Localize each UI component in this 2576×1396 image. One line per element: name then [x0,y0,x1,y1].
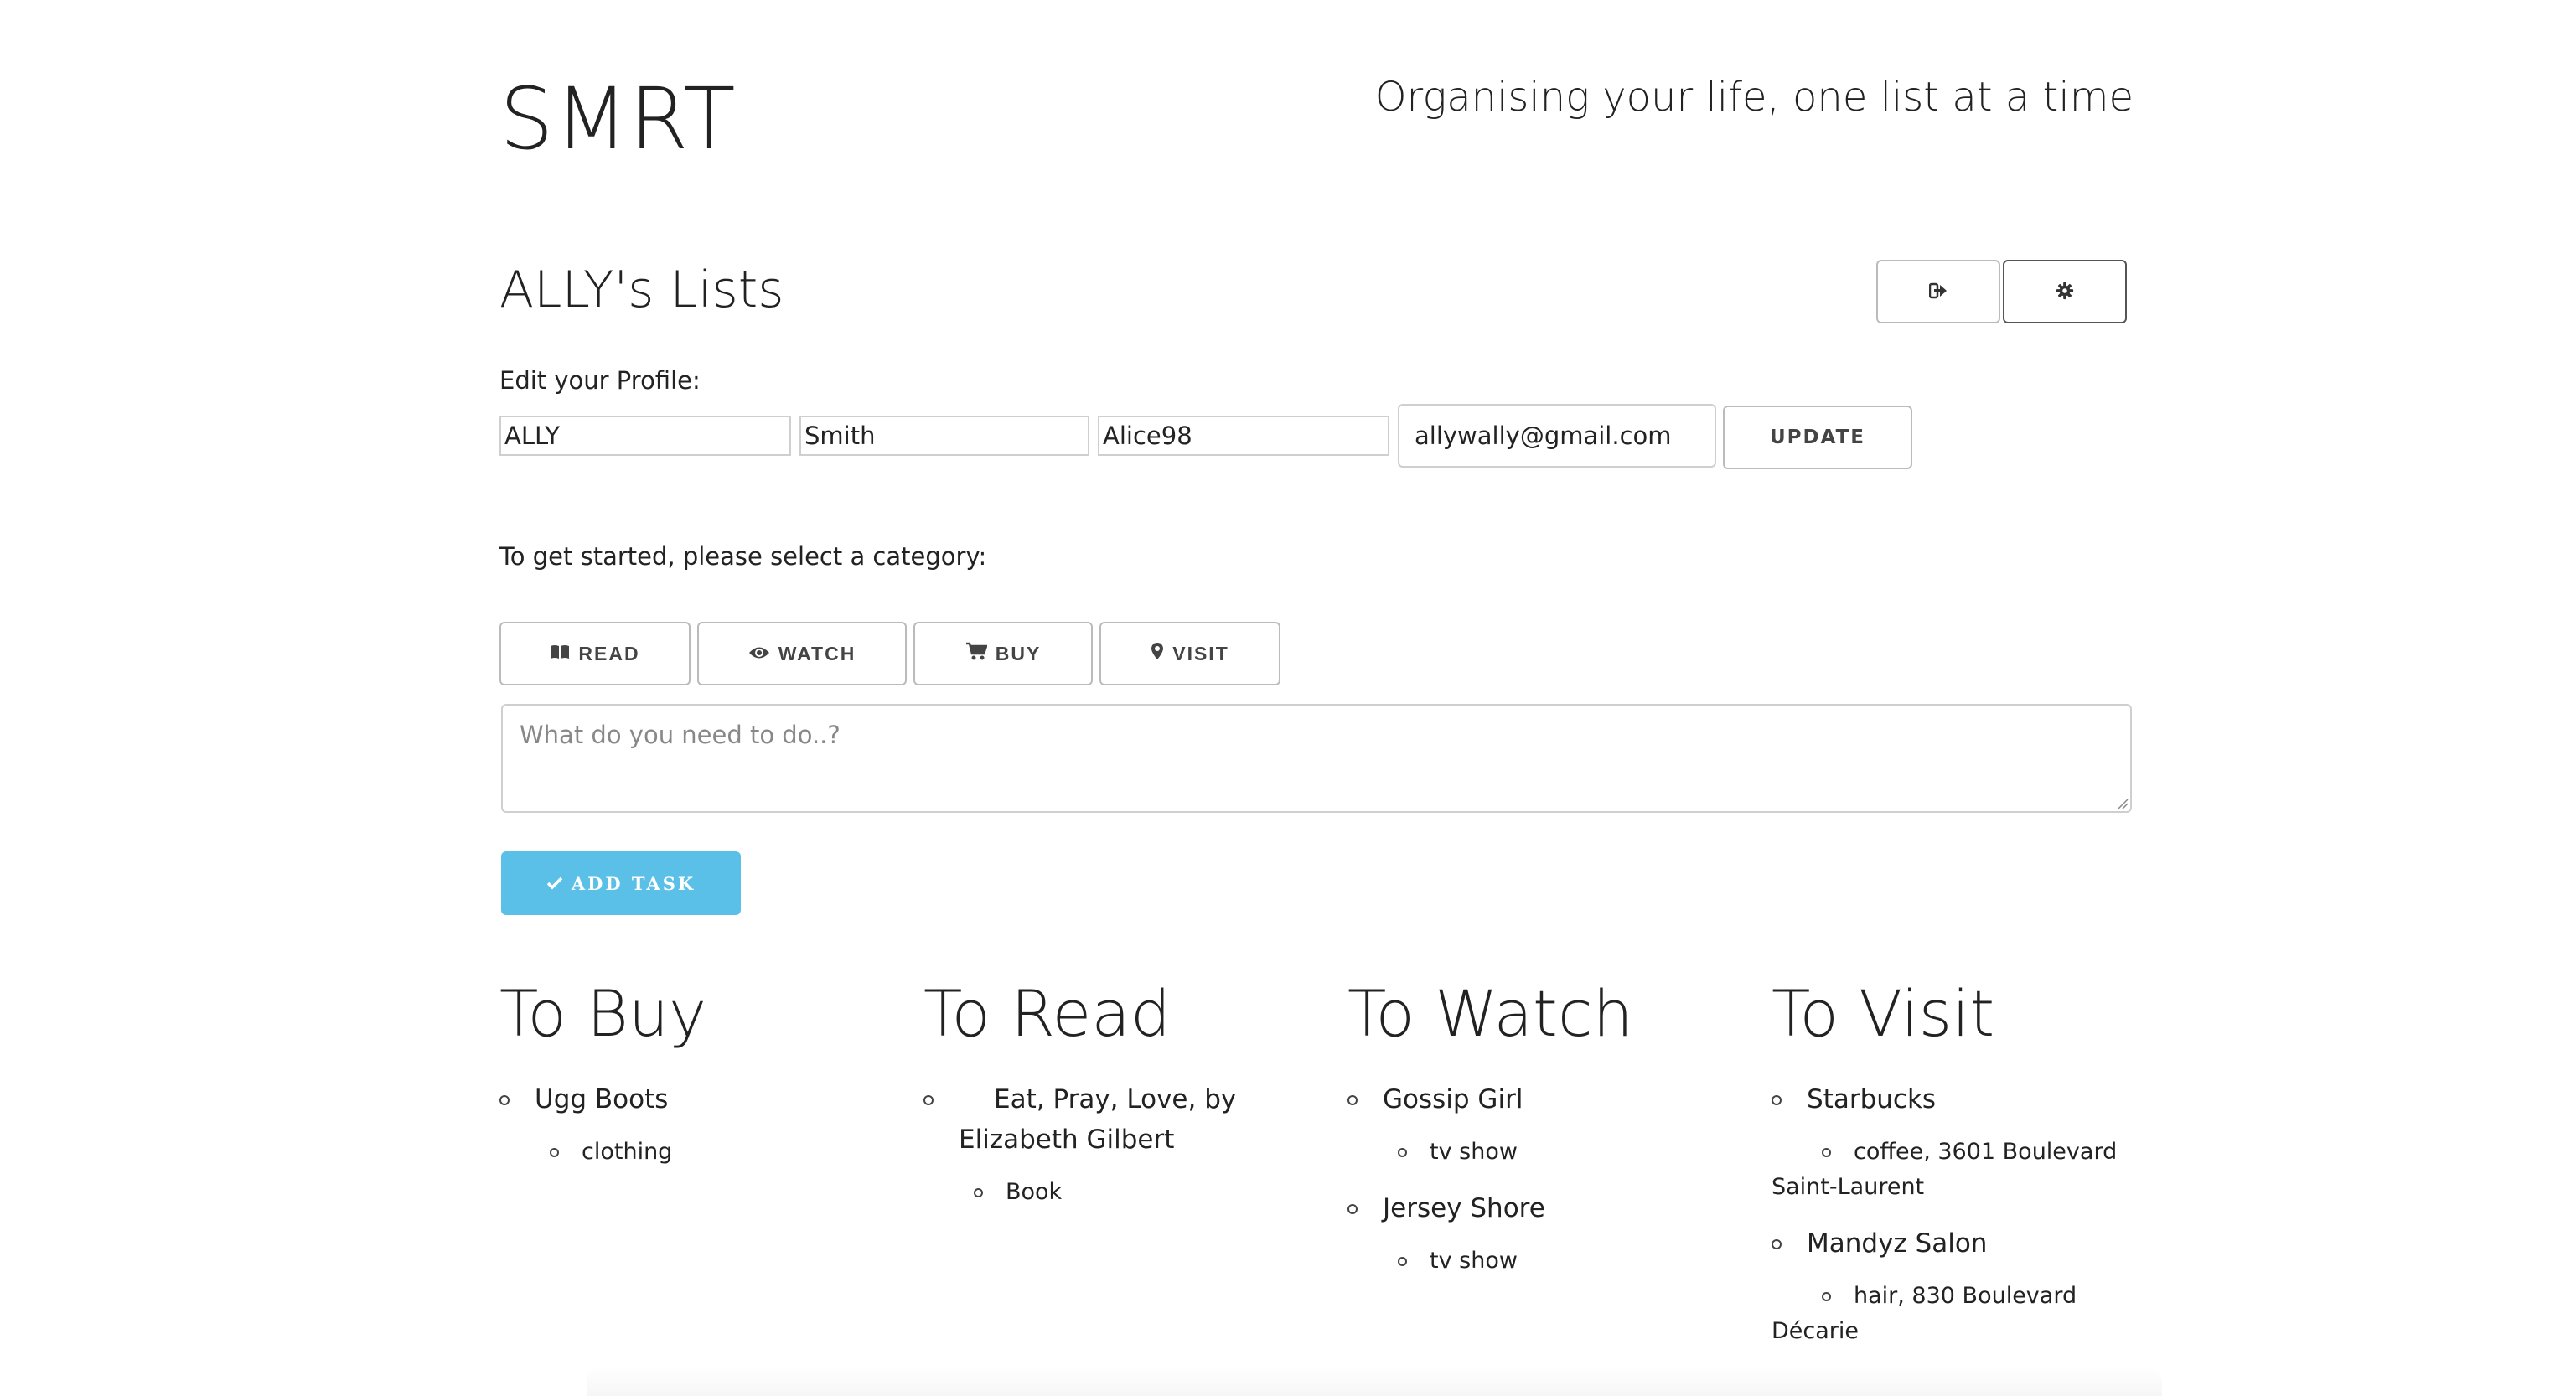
category-buy-label: BUY [995,642,1042,664]
resize-handle-icon[interactable] [2115,796,2129,809]
app-logo: SMRT [499,70,737,169]
category-watch-button[interactable]: WATCH [697,622,907,685]
tagline: Organising your life, one list at a time [1374,74,2134,121]
add-task-label: ADD TASK [571,872,696,894]
column-title: To Visit [1772,976,1995,1051]
book-open-icon [550,643,570,665]
page: SMRT Organising your life, one list at a… [0,0,2576,1396]
list-column-watch: To Watch Gossip Girl tv show Jersey Shor… [1347,982,1733,1297]
category-buy-button[interactable]: BUY [913,622,1093,685]
category-visit-label: VISIT [1172,642,1229,664]
list-item: Mandyz Salon [1772,1223,2157,1264]
column-title: To Read [923,976,1172,1051]
map-marker-icon [1151,642,1164,665]
task-input[interactable] [501,704,2132,813]
sign-out-icon [1928,282,1948,302]
first-name-field[interactable] [499,416,791,456]
list-item: Ugg Boots [499,1079,885,1119]
check-icon [546,873,563,894]
list-item: Gossip Girl [1347,1079,1733,1119]
gear-icon [2056,282,2074,302]
list-item-detail: tv show [1347,1243,1733,1279]
category-read-button[interactable]: READ [499,622,691,685]
list-item: Jersey Shore [1347,1188,1733,1228]
update-button[interactable]: UPDATE [1723,406,1912,469]
list-column-buy: To Buy Ugg Boots clothing [499,982,885,1188]
eye-icon [748,643,770,665]
username-field[interactable] [1098,416,1389,456]
list-item-detail: Book [923,1175,1309,1210]
add-task-button[interactable]: ADD TASK [501,851,741,915]
list-item-detail: tv show [1347,1135,1733,1170]
list-item-detail: coffee, 3601 Boulevard Saint-Laurent [1772,1135,2157,1205]
category-visit-button[interactable]: VISIT [1099,622,1280,685]
list-item-detail: clothing [499,1135,885,1170]
settings-button[interactable] [2003,260,2127,323]
email-field[interactable] [1398,404,1716,468]
category-watch-label: WATCH [778,642,856,664]
category-read-label: READ [578,642,640,664]
list-item: Eat, Pray, Love, by Elizabeth Gilbert [923,1079,1309,1160]
list-column-visit: To Visit Starbucks coffee, 3601 Boulevar… [1772,982,2157,1368]
last-name-field[interactable] [799,416,1089,456]
shopping-cart-icon [965,642,988,665]
list-item-detail: hair, 830 Boulevard Décarie [1772,1279,2157,1349]
category-prompt: To get started, please select a category… [499,542,987,571]
list-item: Starbucks [1772,1079,2157,1119]
edit-profile-label: Edit your Profile: [499,366,701,395]
column-title: To Watch [1347,976,1633,1051]
column-title: To Buy [499,976,707,1051]
list-column-read: To Read Eat, Pray, Love, by Elizabeth Gi… [923,982,1309,1228]
logout-button[interactable] [1876,260,2000,323]
bottom-shadow [587,1366,2162,1396]
page-title: ALLY's Lists [499,261,784,319]
